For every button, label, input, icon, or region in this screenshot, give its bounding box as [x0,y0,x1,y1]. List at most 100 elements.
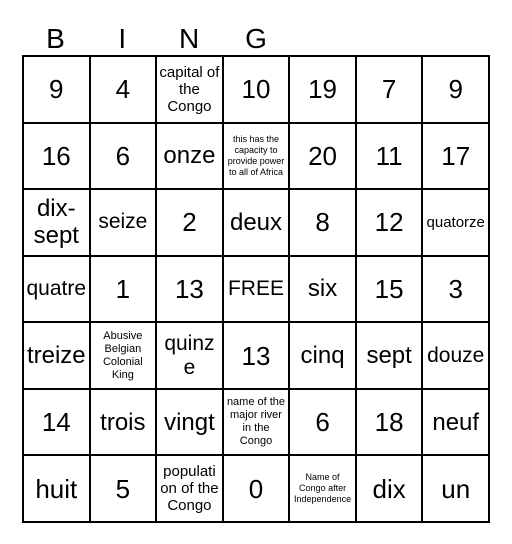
bingo-cell[interactable]: 14 [24,389,91,457]
header-letter-1: B [46,23,65,54]
bingo-card: B I N G 9 4 capital of the Congo 10 19 7 9 16 6 o… [0,0,512,544]
bingo-cell[interactable]: 3 [423,256,490,324]
bingo-cell-label: dix [372,473,406,504]
bingo-cell[interactable]: deux [223,190,291,257]
bingo-cell-label: 2 [182,207,197,238]
bingo-cell[interactable]: 9 [423,57,490,124]
bingo-cell-label: quinze [164,331,215,379]
bingo-cell[interactable]: trois [90,389,158,457]
bingo-cell[interactable]: 6 [90,123,158,191]
bingo-cell-label: 14 [41,407,71,438]
bingo-cell[interactable]: 12 [356,190,424,257]
bingo-cell-label: quatorze [426,213,485,231]
bingo-cell[interactable]: 8 [290,190,357,257]
bingo-cell-label: 9 [448,74,463,105]
bingo-cell-label: 18 [374,407,404,438]
bingo-cell[interactable]: Name of Congo after Independence [290,456,357,523]
bingo-cell-label: 13 [241,340,271,371]
bingo-cell-label: treize [26,342,86,370]
bingo-cell-label: this has the capacity to provide power t… [227,133,285,177]
bingo-cell[interactable]: 5 [90,456,158,523]
bingo-cell[interactable]: this has the capacity to provide power t… [223,123,291,191]
bingo-cell[interactable]: onze [157,123,224,191]
bingo-cell[interactable]: treize [24,323,91,390]
bingo-cell[interactable]: huit [24,456,91,523]
bingo-cell-label: 6 [115,140,131,171]
bingo-cell-label: 3 [448,273,463,304]
bingo-cell[interactable]: douze [423,323,490,390]
header-letter-2: I [118,23,127,54]
header-letter-7 [423,22,490,55]
header-letter-4: G [245,23,267,54]
bingo-cell-label: 11 [375,140,403,171]
header-letter-5 [289,22,356,55]
bingo-cell[interactable]: six [290,256,357,324]
bingo-cell-label: neuf [432,408,480,436]
bingo-cell[interactable]: cinq [290,323,357,390]
bingo-cell-free[interactable]: FREE [223,256,291,324]
bingo-cell-label: 4 [115,74,131,105]
bingo-cell[interactable]: 11 [356,123,424,191]
bingo-cell[interactable]: 9 [24,57,91,124]
bingo-cell[interactable]: quatre [24,256,91,324]
bingo-cell[interactable]: dix-sept [24,190,91,257]
bingo-cell-label: 0 [248,473,264,504]
bingo-cell-label: deux [229,208,283,236]
bingo-cell[interactable]: 4 [90,57,158,124]
bingo-cell[interactable]: 0 [223,456,291,523]
bingo-cell[interactable]: 2 [157,190,224,257]
bingo-cell[interactable]: un [423,456,490,523]
bingo-cell[interactable]: neuf [423,389,490,457]
bingo-cell[interactable]: 13 [223,323,291,390]
bingo-cell[interactable]: 18 [356,389,424,457]
bingo-cell-label: 12 [374,207,404,238]
bingo-cell-label: trois [100,408,146,436]
bingo-cell[interactable]: vingt [157,389,224,457]
bingo-cell-label: 20 [308,140,338,171]
bingo-cell[interactable]: 17 [423,123,490,191]
bingo-cell-label: 9 [49,74,64,105]
bingo-cell-label: 16 [41,140,71,171]
bingo-cell[interactable]: 15 [356,256,424,324]
bingo-cell-label: seize [98,210,148,234]
bingo-cell-label: cinq [300,342,345,370]
bingo-cell-label: 15 [374,273,404,304]
bingo-cell[interactable]: 7 [356,57,424,124]
bingo-cell[interactable]: capital of the Congo [157,57,224,124]
bingo-cell-label: capital of the Congo [159,63,220,115]
bingo-cell-label: 13 [174,273,204,304]
bingo-cell[interactable]: 10 [223,57,291,124]
bingo-cell[interactable]: 13 [157,256,224,324]
bingo-grid: 9 4 capital of the Congo 10 19 7 9 16 6 onze this … [22,55,490,523]
bingo-cell[interactable]: 19 [290,57,357,124]
bingo-cell[interactable]: seize [90,190,158,257]
bingo-cell[interactable]: 1 [90,256,158,324]
bingo-cell[interactable]: population of the Congo [157,456,224,523]
bingo-cell-label: vingt [164,408,215,436]
bingo-cell-label: Abusive Belgian Colonial King [102,329,143,381]
bingo-cell[interactable]: quinze [157,323,224,390]
bingo-cell-label: FREE [227,276,284,300]
bingo-cell[interactable]: 16 [24,123,91,191]
bingo-cell[interactable]: 6 [290,389,357,457]
bingo-cell-label: Name of Congo after Independence [294,472,352,505]
bingo-cell[interactable]: quatorze [423,190,490,257]
bingo-cell[interactable]: Abusive Belgian Colonial King [90,323,158,390]
bingo-cell-label: onze [163,142,216,170]
bingo-header-letters: B I N G [22,22,490,55]
bingo-cell-label: 8 [315,207,330,238]
bingo-cell[interactable]: sept [356,323,424,390]
bingo-cell-label: dix-sept [33,195,79,250]
bingo-cell-label: 7 [381,74,397,105]
bingo-cell-label: six [307,275,338,303]
bingo-cell-label: quatre [26,276,87,300]
bingo-cell[interactable]: dix [356,456,424,523]
bingo-cell[interactable]: name of the major river in the Congo [223,389,291,457]
bingo-cell-label: population of the Congo [160,463,219,515]
header-letter-6 [356,22,423,55]
bingo-cell-label: 1 [115,273,131,304]
bingo-cell-label: douze [427,343,485,367]
bingo-cell-label: 6 [315,407,330,438]
bingo-cell[interactable]: 20 [290,123,357,191]
bingo-cell-label: huit [35,473,78,504]
